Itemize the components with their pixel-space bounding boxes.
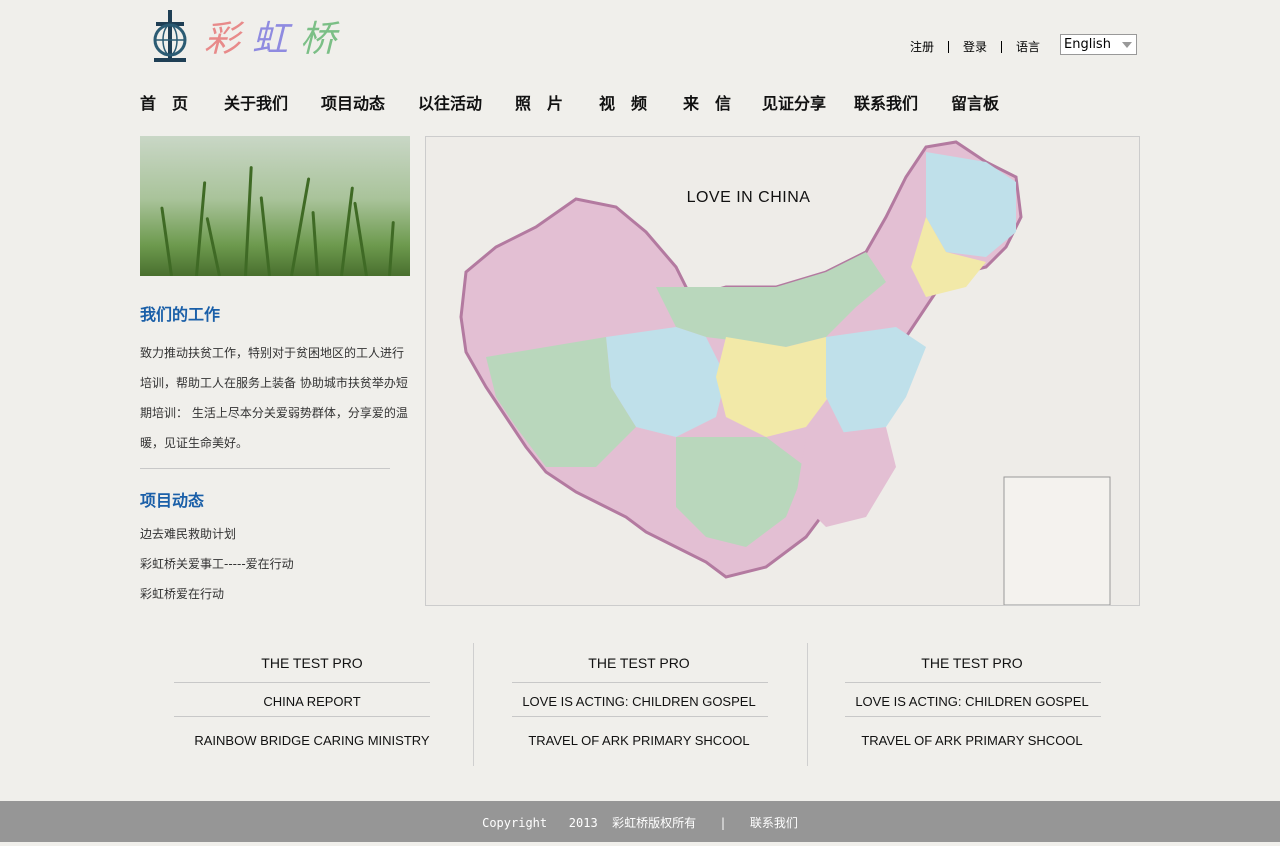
- bottom-column-2: THE TEST PRO LOVE IS ACTING: CHILDREN GO…: [489, 643, 789, 766]
- news-list: 边去难民救助计划 彩虹桥关爱事工-----爱在行动 彩虹桥爱在行动: [140, 522, 294, 612]
- nav-item-home[interactable]: 首 页: [140, 90, 188, 114]
- divider: [174, 716, 430, 717]
- list-item[interactable]: 彩虹桥爱在行动: [140, 582, 294, 612]
- logo-wordmark: 彩虹桥: [204, 10, 348, 62]
- language-select[interactable]: English: [1060, 34, 1137, 55]
- chevron-down-icon: [1122, 42, 1132, 48]
- logo-char: 桥: [300, 19, 349, 60]
- map-title: LOVE IN CHINA: [686, 189, 811, 206]
- bottom-column-3: THE TEST PRO LOVE IS ACTING: CHILDREN GO…: [822, 643, 1122, 766]
- footer-contact-link[interactable]: 联系我们: [750, 816, 798, 830]
- divider: [174, 682, 430, 683]
- column-link[interactable]: LOVE IS ACTING: CHILDREN GOSPEL: [489, 694, 789, 709]
- column-link[interactable]: TRAVEL OF ARK PRIMARY SHCOOL: [489, 733, 789, 748]
- divider: [512, 682, 768, 683]
- nav-item-letters[interactable]: 来 信: [683, 90, 731, 114]
- column-link[interactable]: LOVE IS ACTING: CHILDREN GOSPEL: [822, 694, 1122, 709]
- nav-item-projects[interactable]: 项目动态: [321, 90, 385, 114]
- logo-char: 虹: [252, 19, 301, 60]
- column-link[interactable]: CHINA REPORT: [162, 694, 462, 709]
- nav-item-testimonies[interactable]: 见证分享: [762, 90, 826, 114]
- copyright-text: Copyright 2013 彩虹桥版权所有: [482, 816, 697, 830]
- logo-char: 彩: [204, 19, 253, 60]
- china-map[interactable]: LOVE IN CHINA: [425, 136, 1140, 606]
- column-title[interactable]: THE TEST PRO: [822, 655, 1122, 671]
- china-map-illustration: [459, 140, 1111, 605]
- register-link[interactable]: 注册: [910, 38, 934, 55]
- nav-item-about[interactable]: 关于我们: [224, 90, 288, 114]
- divider: [845, 716, 1101, 717]
- divider: [1001, 40, 1003, 53]
- nav-item-videos[interactable]: 视 频: [599, 90, 647, 114]
- list-item[interactable]: 彩虹桥关爱事工-----爱在行动: [140, 552, 294, 582]
- column-divider: [807, 643, 808, 766]
- hero-grass-image: [140, 136, 410, 276]
- column-title[interactable]: THE TEST PRO: [162, 655, 462, 671]
- nav-item-guestbook[interactable]: 留言板: [951, 90, 999, 114]
- divider: [845, 682, 1101, 683]
- cross-globe-icon: [150, 8, 190, 64]
- column-divider: [473, 643, 474, 766]
- top-links: 注册 登录 语言: [910, 38, 1040, 55]
- work-description: 致力推动扶贫工作，特别对于贫困地区的工人进行培训，帮助工人在服务上装备 协助城市…: [140, 346, 408, 450]
- divider: [512, 716, 768, 717]
- section-divider: [140, 468, 390, 469]
- column-link[interactable]: RAINBOW BRIDGE CARING MINISTRY: [162, 733, 462, 748]
- language-label: 语言: [1016, 40, 1041, 54]
- bottom-column-1: THE TEST PRO CHINA REPORT RAINBOW BRIDGE…: [162, 643, 462, 766]
- work-section-title: 我们的工作: [140, 305, 221, 324]
- nav-item-past-events[interactable]: 以往活动: [418, 90, 482, 114]
- login-link[interactable]: 登录: [963, 38, 987, 55]
- site-logo[interactable]: 彩虹桥: [150, 8, 348, 64]
- divider: [948, 40, 950, 53]
- language-selected-value: English: [1064, 37, 1111, 52]
- nav-item-contact[interactable]: 联系我们: [854, 90, 918, 114]
- column-link[interactable]: TRAVEL OF ARK PRIMARY SHCOOL: [822, 733, 1122, 748]
- nav-item-photos[interactable]: 照 片: [515, 90, 563, 114]
- news-section-title[interactable]: 项目动态: [140, 487, 204, 511]
- site-footer: Copyright 2013 彩虹桥版权所有 | 联系我们: [0, 801, 1280, 842]
- footer-separator: |: [719, 816, 727, 830]
- column-title[interactable]: THE TEST PRO: [489, 655, 789, 671]
- list-item[interactable]: 边去难民救助计划: [140, 522, 294, 552]
